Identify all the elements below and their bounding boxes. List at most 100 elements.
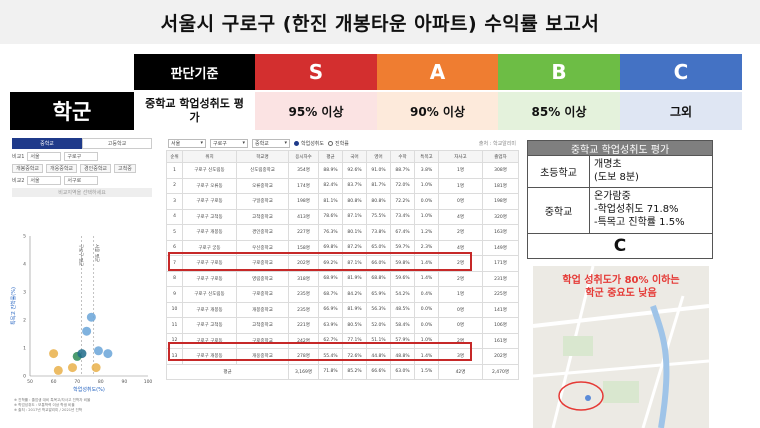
table-row[interactable]: 4 구로구 고척동 고척중학교 413명 78.6% 87.1% 75.5% 73.4% 1.0… xyxy=(166,208,519,225)
column-header[interactable]: 평균 xyxy=(318,150,343,163)
table-cell: 235명 xyxy=(288,286,319,303)
table-row[interactable]: 1 구로구 신도림동 신도림중학교 354명 88.9% 92.6% 91.0% 88.7% 3… xyxy=(166,162,519,179)
table-cell: 1.5% xyxy=(414,363,439,380)
column-header[interactable]: 졸업자 xyxy=(482,150,519,163)
table-cell: 76.3% xyxy=(318,224,343,241)
table-cell: 59.6% xyxy=(390,270,415,287)
compare1-district-select[interactable]: 구로구 xyxy=(64,152,99,161)
table-row[interactable]: 2 구로구 오류동 오류중학교 174명 82.4% 83.7% 81.7% 72.0% 1.0… xyxy=(166,177,519,194)
report-page: 서울시 구로구 (한진 개봉타운 아파트) 수익률 보고서 판단기준 S A B… xyxy=(0,0,760,428)
school-chip[interactable]: 개웅중학교 xyxy=(46,164,78,173)
compare2-row: 비교2 서울 서구로 xyxy=(12,176,152,185)
tab-middle-school[interactable]: 중학교 xyxy=(12,138,82,149)
table-row[interactable]: 10 구로구 개봉동 개봉중학교 235명 66.9% 81.9% 56.3% 48.5% 0.… xyxy=(166,301,519,318)
table-cell: 0명 xyxy=(438,301,483,318)
school-type-tabs: 중학교 고등학교 xyxy=(12,138,152,149)
x-tick-label: 90 xyxy=(122,379,128,385)
compare2-city-select[interactable]: 서울 xyxy=(27,176,62,185)
table-cell: 4명 xyxy=(438,208,483,225)
school-chips: 개봉중학교 개웅중학교 경인중학교 고척중 xyxy=(12,164,152,173)
city-select[interactable]: 서울 ▾ xyxy=(168,138,206,148)
table-cell: 0.4% xyxy=(414,286,439,303)
x-tick-label: 60 xyxy=(51,379,57,385)
table-cell: 0.0% xyxy=(414,301,439,318)
column-header[interactable]: 국어 xyxy=(342,150,367,163)
table-cell: 68.7% xyxy=(318,286,343,303)
y-tick-label: 0 xyxy=(23,374,26,380)
district-select[interactable]: 구로구 ▾ xyxy=(210,138,248,148)
table-cell: 구로구 구로동 xyxy=(182,193,237,210)
table-cell: 75.5% xyxy=(366,208,391,225)
table-cell: 73.8% xyxy=(366,224,391,241)
compare2-district-select[interactable]: 서구로 xyxy=(64,176,99,185)
y-tick-label: 4 xyxy=(23,262,26,268)
grade-a-threshold: 90% 이상 xyxy=(377,92,498,130)
table-cell: 구로중학교 xyxy=(236,286,289,303)
school-chip[interactable]: 개봉중학교 xyxy=(12,164,44,173)
data-point xyxy=(77,349,87,359)
table-cell: 106명 xyxy=(482,317,519,334)
radio-admission[interactable]: 진학률 xyxy=(328,140,349,147)
table-cell: 5 xyxy=(166,224,183,241)
table-cell: 88.9% xyxy=(318,162,343,179)
table-cell: 84.2% xyxy=(342,286,367,303)
column-header[interactable]: 위치 xyxy=(182,150,237,163)
table-cell: 9 xyxy=(166,286,183,303)
district-select-value: 구로구 xyxy=(213,140,227,147)
table-row[interactable]: 8 구로구 구로동 영림중학교 318명 68.9% 81.9% 68.8% 59.6% 1.4… xyxy=(166,270,519,287)
school-chip[interactable]: 경인중학교 xyxy=(80,164,112,173)
table-cell: 149명 xyxy=(482,239,519,256)
column-header[interactable]: 영어 xyxy=(366,150,391,163)
table-cell: 2 xyxy=(166,177,183,194)
table-cell: 52.0% xyxy=(366,317,391,334)
grade-a: A xyxy=(377,54,498,90)
table-cell: 영림중학교 xyxy=(236,270,289,287)
table-cell: 구로구 고척동 xyxy=(182,317,237,334)
x-axis-label: 학업성취도(%) xyxy=(73,386,105,393)
reference-label: 서울 평균 xyxy=(94,244,101,262)
tab-high-school[interactable]: 고등학교 xyxy=(82,138,152,149)
area-map[interactable]: 학업 성취도가 80% 이하는 학군 중요도 낮음 xyxy=(533,266,709,428)
summary-value: 온가람중 -학업성취도 71.8% -특목고 진학률 1.5% xyxy=(590,188,712,233)
summary-line: 온가람중 xyxy=(594,191,631,202)
table-cell: 1명 xyxy=(438,286,483,303)
column-header[interactable]: 응시자수 xyxy=(288,150,319,163)
compare1-city-select[interactable]: 서울 xyxy=(27,152,62,161)
table-cell: 318명 xyxy=(288,270,319,287)
table-cell: 3.8% xyxy=(414,162,439,179)
table-cell: 오류중학교 xyxy=(236,177,289,194)
table-cell: 3,169명 xyxy=(288,363,319,380)
summary-row-elementary: 초등학교 개명초 (도보 8분) xyxy=(527,156,713,188)
radio-achievement[interactable]: 학업성취도 xyxy=(294,140,324,147)
column-header[interactable]: 순위 xyxy=(166,150,183,163)
compare-search-input[interactable]: 비교지역을 선택하세요 xyxy=(12,188,152,197)
school-chip[interactable]: 고척중 xyxy=(114,164,136,173)
school-marker-icon xyxy=(585,395,591,401)
table-row[interactable]: 3 구로구 구로동 구일중학교 198명 81.1% 80.8% 80.8% 72.2% 0.0… xyxy=(166,193,519,210)
table-cell: 80.8% xyxy=(366,193,391,210)
table-cell: 0명 xyxy=(438,317,483,334)
summary-key: 중학교 xyxy=(528,188,590,233)
radio-label: 진학률 xyxy=(335,140,349,147)
chart-note: ※ 출처 : 2017년 학교알리미 / 2021년 진학 xyxy=(14,408,83,412)
table-cell: 92.6% xyxy=(342,162,367,179)
grade-s-threshold: 95% 이상 xyxy=(255,92,377,130)
summary-line: -학업성취도 71.8% xyxy=(594,204,679,215)
table-cell: 8 xyxy=(166,270,183,287)
chevron-down-icon: ▾ xyxy=(200,140,203,146)
column-header[interactable]: 학교명 xyxy=(236,150,289,163)
table-row[interactable]: 9 구로구 신도림동 구로중학교 235명 68.7% 84.2% 65.9% 54.2% 0.… xyxy=(166,286,519,303)
school-type-select[interactable]: 중학교 ▾ xyxy=(252,138,290,148)
table-cell: 72.2% xyxy=(390,193,415,210)
table-cell: 2명 xyxy=(438,224,483,241)
table-row[interactable]: 5 구로구 개봉동 경인중학교 227명 76.3% 80.1% 73.8% 67.4% 1.2… xyxy=(166,224,519,241)
column-header[interactable]: 자사고 xyxy=(438,150,483,163)
ranking-controls: 서울 ▾ 구로구 ▾ 중학교 ▾ 학업성취도 진학률 출처 : 학교알리미 xyxy=(166,136,518,150)
table-cell: 3 xyxy=(166,193,183,210)
table-row[interactable]: 11 구로구 고척동 고척중학교 221명 63.9% 80.5% 52.0% 58.4% 0.… xyxy=(166,317,519,334)
chevron-down-icon: ▾ xyxy=(242,140,245,146)
table-cell: 1명 xyxy=(438,177,483,194)
column-header[interactable]: 특목고 xyxy=(414,150,439,163)
column-header[interactable]: 수학 xyxy=(390,150,415,163)
table-cell: 2명 xyxy=(438,270,483,287)
